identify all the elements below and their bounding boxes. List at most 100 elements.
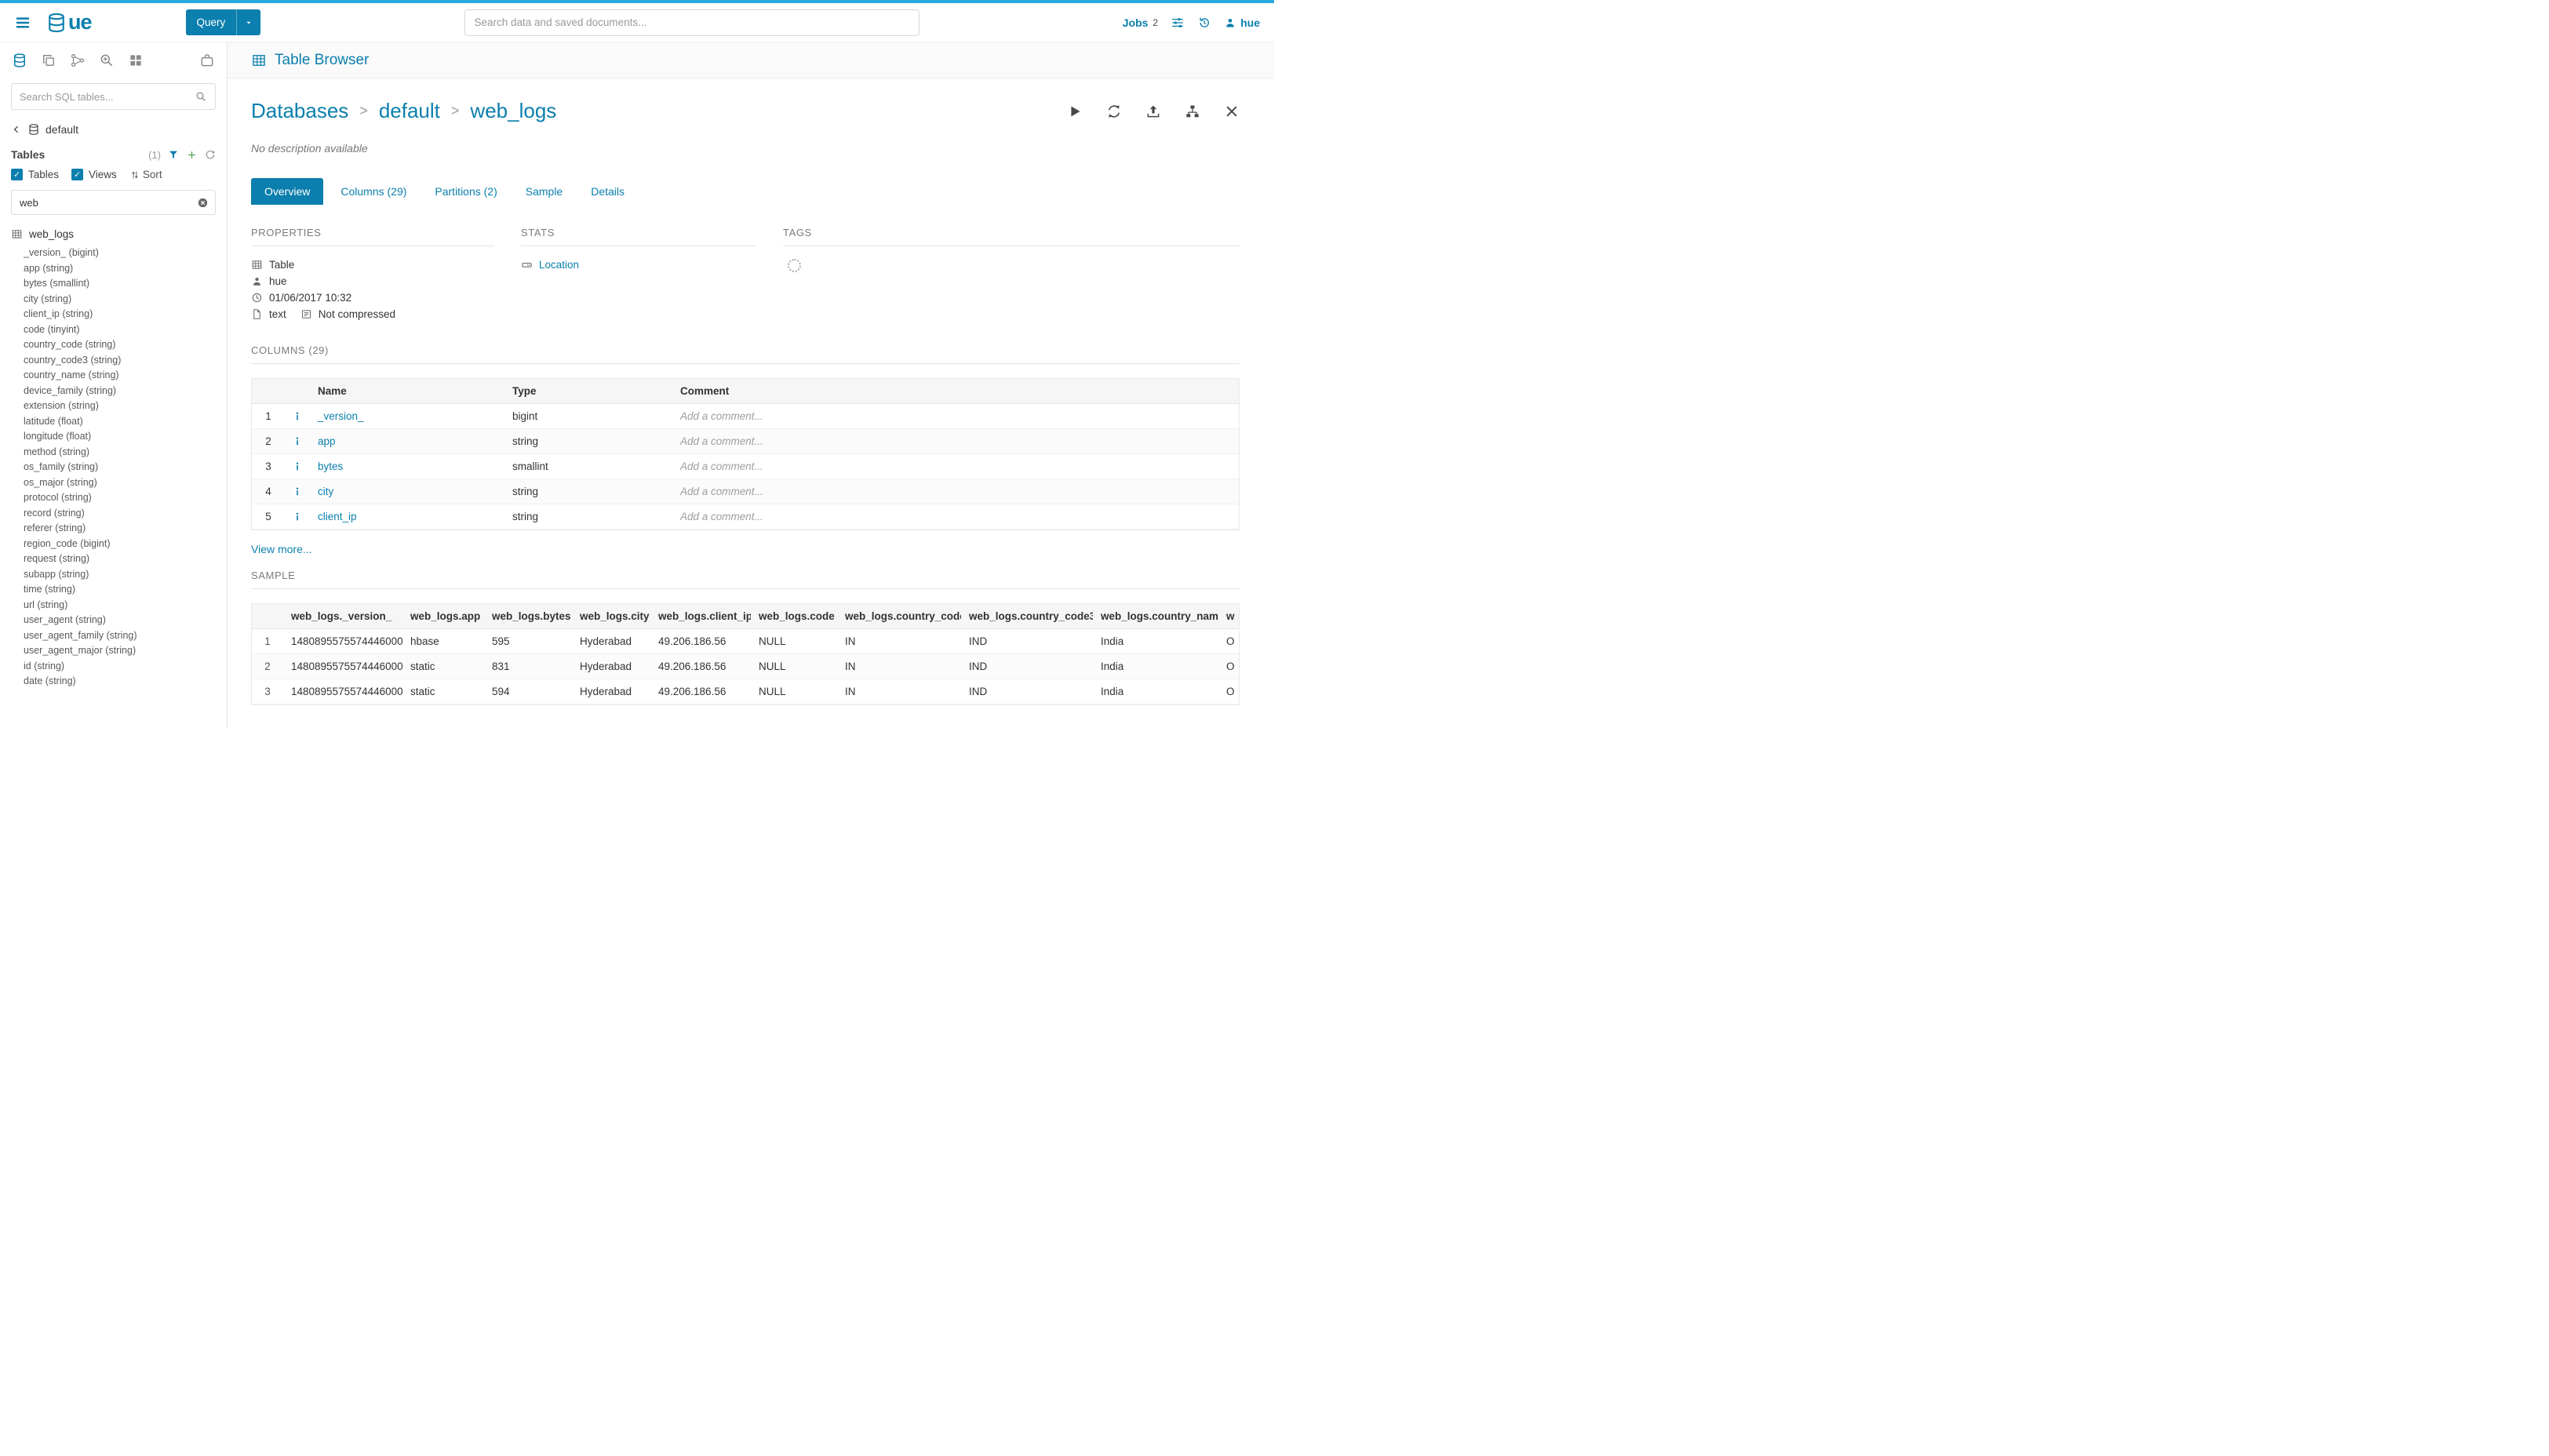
assist-search-tab[interactable] (99, 53, 115, 68)
column-name-link[interactable]: bytes (310, 460, 504, 472)
column-comment-placeholder[interactable]: Add a comment... (672, 460, 1239, 472)
hamburger-menu-button[interactable] (14, 14, 31, 31)
column-list-item[interactable]: user_agent_major (string) (24, 643, 222, 659)
column-name-link[interactable]: client_ip (310, 511, 504, 522)
column-list-item[interactable]: bytes (smallint) (24, 276, 222, 292)
column-list-item[interactable]: longitude (float) (24, 429, 222, 445)
global-search-input[interactable] (464, 9, 919, 36)
tab-details[interactable]: Details (580, 178, 635, 205)
column-list-item[interactable]: extension (string) (24, 399, 222, 414)
column-list-item[interactable]: method (string) (24, 445, 222, 460)
tab-columns[interactable]: Columns (29) (330, 178, 417, 205)
column-list-item[interactable]: date (string) (24, 674, 222, 690)
column-comment-placeholder[interactable]: Add a comment... (672, 435, 1239, 447)
column-list-item[interactable]: subapp (string) (24, 567, 222, 583)
column-list-item[interactable]: country_name (string) (24, 368, 222, 384)
sample-header-cell: web_logs.app (402, 610, 484, 622)
file-icon (251, 308, 263, 320)
sample-cell-bytes: 594 (484, 686, 572, 697)
add-table-icon[interactable] (186, 149, 198, 161)
sliders-icon[interactable] (1171, 16, 1185, 30)
user-menu[interactable]: hue (1224, 16, 1260, 29)
refresh-icon[interactable] (1106, 104, 1122, 119)
column-list-item[interactable]: url (string) (24, 598, 222, 613)
database-back-nav[interactable]: default (0, 118, 227, 141)
column-list-item[interactable]: referer (string) (24, 521, 222, 537)
assist-documents-tab[interactable] (41, 53, 56, 68)
column-list-item[interactable]: request (string) (24, 551, 222, 567)
column-comment-placeholder[interactable]: Add a comment... (672, 486, 1239, 497)
column-list-item[interactable]: country_code3 (string) (24, 353, 222, 369)
assist-collections-tab[interactable] (70, 53, 86, 68)
history-icon[interactable] (1197, 16, 1211, 30)
column-list-item[interactable]: os_family (string) (24, 460, 222, 475)
tab-partitions[interactable]: Partitions (2) (424, 178, 508, 205)
column-list-item[interactable]: os_major (string) (24, 475, 222, 491)
column-list-item[interactable]: app (string) (24, 261, 222, 277)
column-list-item[interactable]: _version_ (bigint) (24, 246, 222, 261)
column-list-item[interactable]: region_code (bigint) (24, 537, 222, 552)
tab-sample[interactable]: Sample (515, 178, 574, 205)
breadcrumb-table-web-logs[interactable]: web_logs (470, 99, 556, 123)
assist-functions-tab[interactable] (199, 53, 215, 68)
breadcrumb-databases[interactable]: Databases (251, 99, 348, 123)
sample-cell-country-name: India (1093, 661, 1218, 672)
column-list-item[interactable]: id (string) (24, 659, 222, 675)
search-icon[interactable] (195, 90, 207, 103)
execute-query-icon[interactable] (1067, 104, 1083, 119)
column-list-item[interactable]: city (string) (24, 292, 222, 308)
sample-row: 1 1480895575574446000 hbase 595 Hyderaba… (252, 629, 1239, 654)
property-owner: hue (251, 273, 494, 289)
query-dropdown-caret[interactable] (236, 9, 260, 35)
sitemap-icon[interactable] (1185, 104, 1200, 119)
sort-toggle[interactable]: Sort (129, 169, 162, 180)
column-list-item[interactable]: user_agent_family (string) (24, 628, 222, 644)
query-button[interactable]: Query (186, 9, 261, 35)
refresh-icon[interactable] (205, 149, 216, 160)
tables-checkbox[interactable]: ✓ (11, 169, 23, 180)
view-more-link[interactable]: View more... (251, 543, 1240, 555)
column-info-button[interactable] (285, 511, 310, 522)
views-checkbox[interactable]: ✓ (71, 169, 83, 180)
close-icon[interactable] (1224, 104, 1240, 119)
sort-label: Sort (143, 169, 162, 180)
column-list-item[interactable]: client_ip (string) (24, 307, 222, 322)
hue-logo[interactable]: ue (46, 10, 92, 35)
view-more-label: View more... (251, 543, 312, 555)
column-list-item[interactable]: country_code (string) (24, 337, 222, 353)
column-comment-placeholder[interactable]: Add a comment... (672, 511, 1239, 522)
filter-icon[interactable] (168, 149, 179, 160)
column-info-button[interactable] (285, 436, 310, 447)
sample-cell-overflow: O (1218, 635, 1239, 647)
breadcrumb-database-default[interactable]: default (379, 99, 440, 123)
column-list-item[interactable]: user_agent (string) (24, 613, 222, 628)
column-name-link[interactable]: city (310, 486, 504, 497)
sidebar-table-web-logs[interactable]: web_logs (0, 221, 227, 244)
table-filter-input[interactable] (20, 197, 197, 209)
column-info-button[interactable] (285, 486, 310, 497)
column-list-item[interactable]: device_family (string) (24, 384, 222, 399)
assist-sql-tab[interactable] (12, 53, 27, 68)
column-list-item[interactable]: record (string) (24, 506, 222, 522)
column-info-button[interactable] (285, 461, 310, 472)
column-comment-placeholder[interactable]: Add a comment... (672, 410, 1239, 422)
column-type: string (504, 511, 672, 522)
table-description[interactable]: No description available (251, 142, 1240, 155)
clear-filter-icon[interactable] (197, 197, 209, 209)
column-list-item[interactable]: protocol (string) (24, 490, 222, 506)
assist-apps-tab[interactable] (128, 53, 144, 68)
columns-section: COLUMNS (29) Name Type Comment 1 (251, 344, 1240, 555)
tab-overview[interactable]: Overview (251, 178, 323, 205)
location-link[interactable]: Location (539, 259, 579, 271)
sample-table-header: web_logs._version_ web_logs.app web_logs… (252, 604, 1239, 629)
column-list-item[interactable]: code (tinyint) (24, 322, 222, 338)
upload-icon[interactable] (1145, 104, 1161, 119)
column-name-link[interactable]: _version_ (310, 410, 504, 422)
jobs-link[interactable]: Jobs (1123, 16, 1149, 29)
column-list-item[interactable]: latitude (float) (24, 414, 222, 430)
column-name-link[interactable]: app (310, 435, 504, 447)
sql-tables-search-input[interactable] (20, 91, 195, 103)
sample-cell-country-code3: IND (961, 661, 1093, 672)
column-info-button[interactable] (285, 411, 310, 422)
column-list-item[interactable]: time (string) (24, 582, 222, 598)
